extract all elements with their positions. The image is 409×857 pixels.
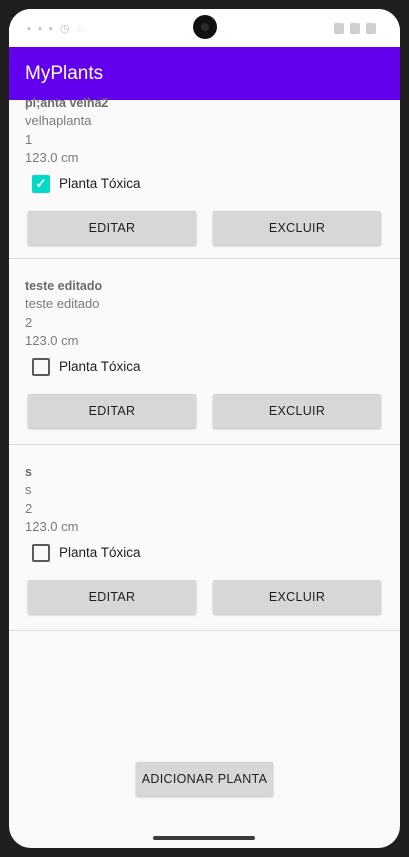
plant-name: pl;anta velha2 bbox=[25, 96, 109, 110]
signal-icon bbox=[350, 22, 360, 34]
status-bar-left: ▪ ▪ ▪ ◷ ◌ bbox=[27, 23, 86, 35]
edit-button[interactable]: EDITAR bbox=[28, 393, 196, 428]
plant-quantity: 2 bbox=[25, 500, 33, 516]
toxic-checkbox[interactable] bbox=[32, 543, 50, 562]
plant-name: s bbox=[25, 465, 32, 479]
plant-item-content: pl;anta velha2 velhaplanta 1 123.0 cm bbox=[9, 94, 400, 168]
toxic-checkbox-row[interactable]: Planta Tóxica bbox=[32, 355, 400, 379]
plant-actions: EDITAR EXCLUIR bbox=[9, 393, 400, 428]
plant-description: s bbox=[25, 482, 32, 497]
device-frame: ▪ ▪ ▪ ◷ ◌ MyPlants pl;anta velha2 velhap… bbox=[0, 0, 409, 857]
app-title: MyPlants bbox=[25, 62, 104, 84]
plant-height: 123.0 cm bbox=[25, 333, 79, 348]
status-icons bbox=[334, 21, 376, 35]
toxic-checkbox-label: Planta Tóxica bbox=[59, 545, 141, 560]
toxic-checkbox-row[interactable]: Planta Tóxica bbox=[32, 541, 400, 565]
plant-name: teste editado bbox=[25, 279, 103, 293]
toxic-checkbox[interactable] bbox=[32, 357, 50, 376]
plant-height: 123.0 cm bbox=[25, 150, 79, 165]
plant-quantity: 2 bbox=[25, 314, 33, 330]
plant-actions: EDITAR EXCLUIR bbox=[9, 579, 400, 614]
plant-item: s s 2 123.0 cm Planta Tóxica EDITAR EXCL… bbox=[9, 445, 400, 631]
plant-height: 123.0 cm bbox=[25, 519, 79, 534]
screen: ▪ ▪ ▪ ◷ ◌ MyPlants pl;anta velha2 velhap… bbox=[9, 9, 400, 848]
toxic-checkbox[interactable]: ✓ bbox=[32, 174, 50, 193]
plant-description: teste editado bbox=[25, 296, 100, 311]
edit-button[interactable]: EDITAR bbox=[28, 579, 196, 614]
wifi-icon bbox=[334, 22, 344, 34]
battery-icon bbox=[366, 22, 376, 34]
edit-button[interactable]: EDITAR bbox=[28, 210, 196, 245]
app-bar: MyPlants bbox=[9, 47, 400, 100]
add-plant-button[interactable]: ADICIONAR PLANTA bbox=[136, 762, 273, 796]
front-camera bbox=[193, 15, 217, 39]
plant-list[interactable]: pl;anta velha2 velhaplanta 1 123.0 cm ✓ … bbox=[9, 96, 400, 631]
toxic-checkbox-label: Planta Tóxica bbox=[59, 359, 141, 374]
toxic-checkbox-label: Planta Tóxica bbox=[59, 176, 141, 191]
plant-item-content: s s 2 123.0 cm bbox=[9, 445, 400, 537]
toxic-checkbox-row[interactable]: ✓ Planta Tóxica bbox=[32, 172, 400, 196]
status-bar: ▪ ▪ ▪ ◷ ◌ bbox=[9, 9, 400, 47]
delete-button[interactable]: EXCLUIR bbox=[213, 393, 381, 428]
plant-actions: EDITAR EXCLUIR bbox=[9, 210, 400, 245]
plant-item: pl;anta velha2 velhaplanta 1 123.0 cm ✓ … bbox=[9, 94, 400, 259]
check-icon: ✓ bbox=[35, 175, 47, 191]
plant-item-content: teste editado teste editado 2 123.0 cm bbox=[9, 259, 400, 351]
plant-quantity: 1 bbox=[25, 131, 33, 147]
delete-button[interactable]: EXCLUIR bbox=[213, 210, 381, 245]
delete-button[interactable]: EXCLUIR bbox=[213, 579, 381, 614]
plant-item: teste editado teste editado 2 123.0 cm P… bbox=[9, 259, 400, 445]
home-indicator[interactable] bbox=[153, 836, 255, 840]
plant-description: velhaplanta bbox=[25, 113, 92, 128]
